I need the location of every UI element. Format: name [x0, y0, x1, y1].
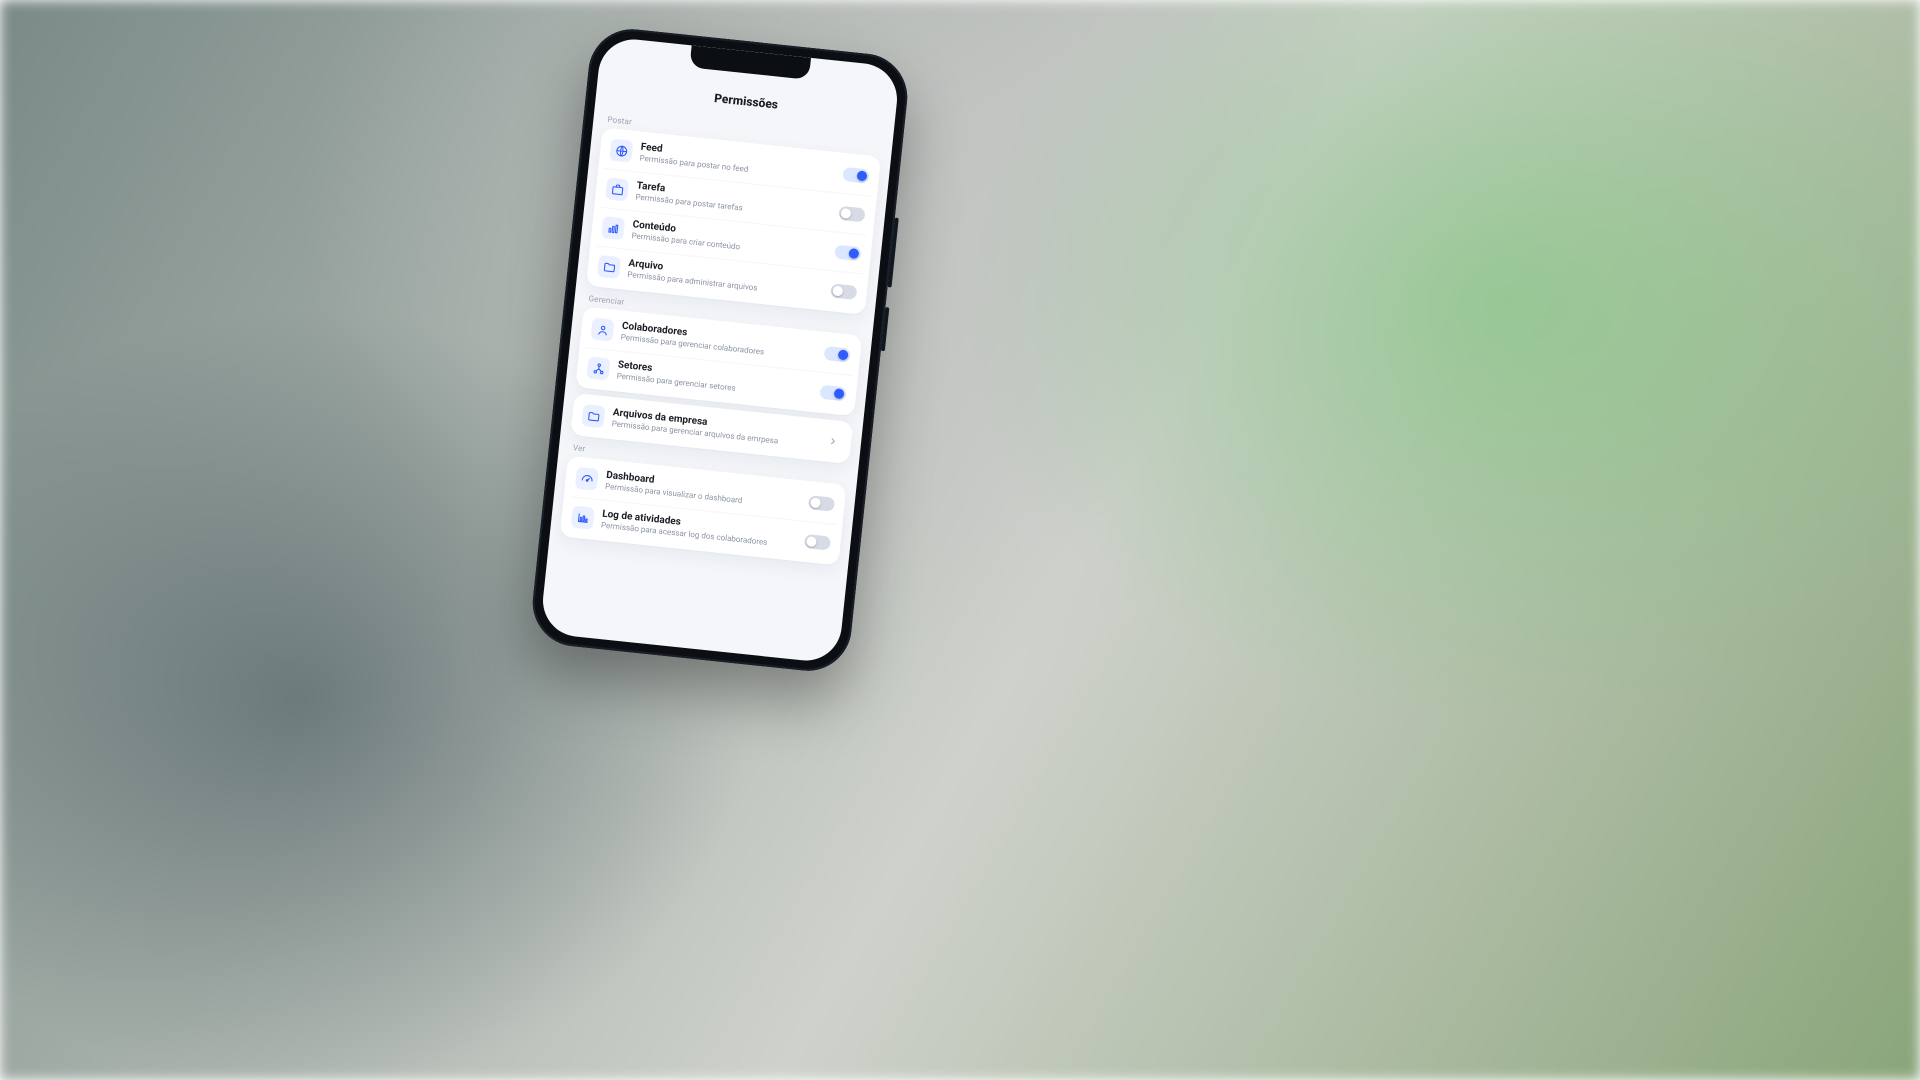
- briefcase-icon: [605, 177, 629, 201]
- page-title: Permissões: [714, 91, 779, 112]
- folder-icon: [581, 404, 605, 428]
- chevron-right-icon: [825, 436, 842, 448]
- bars-icon: [601, 216, 625, 240]
- row-labels: Arquivos da empresa Permissão para geren…: [611, 408, 818, 451]
- toggle-dashboard[interactable]: [808, 495, 835, 512]
- gauge-icon: [575, 467, 599, 491]
- toggle-feed[interactable]: [842, 167, 869, 184]
- toggle-conteudo[interactable]: [834, 245, 861, 262]
- content: Postar Feed Permissão para postar no fee…: [539, 106, 893, 664]
- toggle-tarefa[interactable]: [838, 206, 865, 223]
- folder-icon: [597, 255, 621, 279]
- toggle-colaboradores[interactable]: [824, 346, 851, 363]
- background: [0, 0, 1920, 1080]
- user-icon: [590, 318, 614, 342]
- globe-icon: [609, 139, 633, 163]
- chart-icon: [571, 505, 595, 529]
- chevron-left-icon: [622, 79, 624, 98]
- phone-screen: Permissões Postar Feed Permissão para po…: [539, 36, 900, 664]
- toggle-arquivo[interactable]: [830, 283, 857, 300]
- toggle-setores[interactable]: [819, 385, 846, 402]
- app: Permissões Postar Feed Permissão para po…: [539, 36, 900, 664]
- toggle-log-atividades[interactable]: [804, 534, 831, 551]
- back-button[interactable]: [610, 75, 636, 101]
- section-card-postar: Feed Permissão para postar no feed Taref…: [586, 128, 881, 315]
- network-icon: [586, 356, 610, 380]
- phone: Permissões Postar Feed Permissão para po…: [528, 25, 911, 675]
